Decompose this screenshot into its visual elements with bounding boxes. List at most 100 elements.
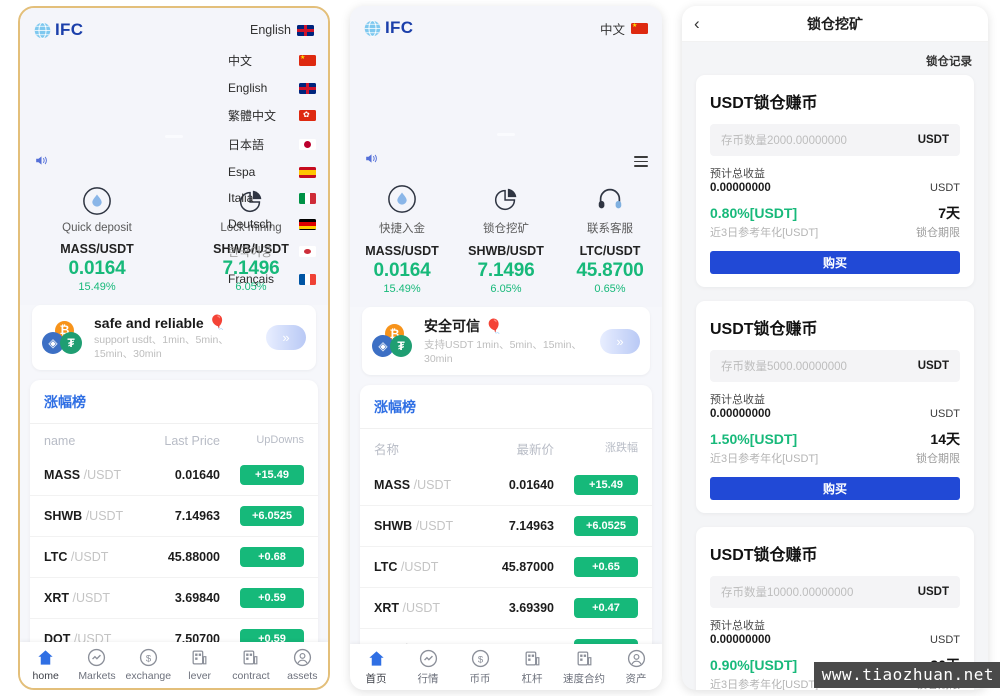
language-option-6[interactable]: Deutsch — [224, 211, 328, 237]
language-option-8[interactable]: Français — [224, 266, 328, 292]
language-option-label: 繁體中文 — [228, 109, 277, 123]
tab-label: home — [32, 670, 59, 682]
language-option-4[interactable]: Espa — [224, 159, 328, 185]
carousel-indicator — [497, 133, 515, 136]
tab-Markets[interactable]: Markets — [71, 648, 122, 682]
deposit-amount-field[interactable]: 存币数量2000.00000000 USDT — [710, 124, 960, 156]
chart-bar-icon — [525, 651, 539, 665]
row-change: +6.0525 — [568, 516, 638, 537]
quick-action-2[interactable]: 联系客服 — [558, 184, 662, 236]
language-current-label: English — [250, 23, 291, 37]
lock-records-link[interactable]: 锁仓记录 — [682, 42, 988, 75]
row-change: +0.65 — [568, 557, 638, 578]
hero-section: IFC English 中文 English 繁體中文 日本語 Espa Ita… — [20, 8, 328, 286]
phone-panel-lock-mining: ‹ 锁仓挖矿 锁仓记录 USDT锁仓赚币 存币数量2000.00000000 U… — [682, 6, 988, 690]
promo-banner-subtitle: 支持USDT 1min、5min、15min、30min — [424, 339, 582, 366]
row-symbol: MASS /USDT — [44, 468, 122, 483]
tab-lever[interactable]: lever — [174, 648, 225, 682]
estimated-profit-unit: USDT — [930, 182, 960, 194]
flag-kr-icon — [299, 246, 316, 257]
quick-action-label: Quick deposit — [62, 222, 132, 234]
tab-exchange[interactable]: $ exchange — [123, 648, 174, 682]
annual-rate-note: 近3日参考年化[USDT] — [710, 453, 819, 465]
table-row[interactable]: MASS /USDT 0.01640 +15.49 — [360, 465, 652, 505]
ticker-0[interactable]: MASS/USDT 0.0164 15.49% — [20, 242, 174, 293]
change-badge: +0.68 — [240, 547, 304, 568]
menu-hamburger-icon[interactable] — [634, 156, 648, 167]
table-row[interactable]: SHWB /USDT 7.14963 +6.0525 — [360, 505, 652, 546]
rate-note-row: 近3日参考年化[USDT] 锁仓期限 — [710, 450, 960, 466]
tab-label: 行情 — [417, 672, 439, 685]
quick-action-1[interactable]: 锁仓挖矿 — [454, 184, 558, 236]
language-dropdown[interactable]: 中文 English 繁體中文 日本語 Espa Italia Deutsch … — [224, 46, 328, 292]
hero-topbar: IFC 中文 — [350, 6, 662, 38]
promo-banner-go-button[interactable]: » — [266, 325, 306, 351]
screenshot-root: IFC English 中文 English 繁體中文 日本語 Espa Ita… — [0, 0, 1000, 696]
announcement-speaker-icon[interactable] — [364, 152, 379, 168]
table-row[interactable]: XRT /USDT 3.69390 +0.47 — [360, 587, 652, 628]
ticker-2[interactable]: LTC/USDT 45.8700 0.65% — [558, 244, 662, 295]
speaker-glyph — [366, 154, 377, 163]
tab-contract[interactable]: contract — [225, 648, 276, 682]
language-option-label: Espa — [228, 165, 256, 179]
tab-速度合约[interactable]: 速度合约 — [558, 649, 610, 686]
deposit-amount-field[interactable]: 存币数量5000.00000000 USDT — [710, 350, 960, 382]
language-option-2[interactable]: 繁體中文 — [224, 101, 328, 130]
estimated-profit-value: 0.00000000 — [710, 182, 771, 194]
language-option-0[interactable]: 中文 — [224, 46, 328, 75]
tab-label: 币币 — [469, 672, 491, 685]
announcement-speaker-icon[interactable] — [34, 154, 49, 170]
tab-首页[interactable]: 首页 — [350, 649, 402, 686]
mining-scroll-area[interactable]: 锁仓记录 USDT锁仓赚币 存币数量2000.00000000 USDT 预计总… — [682, 42, 988, 690]
site-watermark: www.tiaozhuan.net — [813, 662, 1000, 688]
table-row[interactable]: MASS /USDT 0.01640 +15.49 — [30, 455, 318, 495]
quick-action-label: 快捷入金 — [379, 223, 425, 235]
buy-button[interactable]: 购买 — [710, 477, 960, 500]
language-selector[interactable]: English — [250, 23, 314, 37]
language-option-label: English — [228, 81, 268, 95]
tab-资产[interactable]: 资产 — [610, 649, 662, 686]
ticker-change: 15.49% — [78, 281, 116, 293]
language-option-5[interactable]: Italia — [224, 185, 328, 211]
language-option-3[interactable]: 日本語 — [224, 130, 328, 159]
table-row[interactable]: LTC /USDT 45.88000 +0.68 — [30, 536, 318, 577]
tab-行情[interactable]: 行情 — [402, 649, 454, 686]
promo-banner-title-row: safe and reliable 🎈 — [94, 314, 266, 331]
language-selector[interactable]: 中文 — [600, 19, 648, 38]
estimated-profit-label: 预计总收益 — [710, 168, 765, 180]
mining-card-list: USDT锁仓赚币 存币数量2000.00000000 USDT 预计总收益 0.… — [682, 75, 988, 690]
flag-it-icon — [299, 192, 316, 204]
tab-杠杆[interactable]: 杠杆 — [506, 649, 558, 686]
quick-action-0[interactable]: Quick deposit — [20, 186, 174, 234]
app-logo: IFC — [364, 18, 413, 38]
buy-button[interactable]: 购买 — [710, 251, 960, 274]
col-header-change: 涨跌幅 — [605, 442, 638, 455]
tab-币币[interactable]: $ 币币 — [454, 649, 506, 686]
table-row[interactable]: XRT /USDT 3.69840 +0.59 — [30, 577, 318, 618]
balloon-emoji-icon: 🎈 — [485, 317, 503, 334]
back-button-icon[interactable]: ‹ — [694, 15, 700, 32]
table-row[interactable]: LTC /USDT 45.87000 +0.65 — [360, 546, 652, 587]
quick-action-0[interactable]: 快捷入金 — [350, 184, 454, 236]
quick-action-label: 联系客服 — [587, 223, 633, 235]
estimated-profit-row: 0.00000000 USDT — [710, 408, 960, 420]
deposit-amount-field[interactable]: 存币数量10000.00000000 USDT — [710, 576, 960, 608]
chart-bar-icon — [192, 650, 207, 665]
change-badge: +0.47 — [574, 598, 638, 619]
ticker-1[interactable]: SHWB/USDT 7.1496 6.05% — [454, 244, 558, 295]
change-badge: +6.0525 — [574, 516, 638, 537]
promo-banner-go-button[interactable]: » — [600, 328, 640, 354]
bottom-tabbar: 首页 行情 $ 币币 杠杆 速度合约 资产 — [350, 644, 662, 690]
globe-icon — [364, 19, 381, 37]
user-circle-icon — [627, 649, 645, 667]
promo-banner[interactable]: ₿ ◈ ₮ 安全可信 🎈 支持USDT 1min、5min、15min、30mi… — [362, 307, 650, 376]
ticker-0[interactable]: MASS/USDT 0.0164 15.49% — [350, 244, 454, 295]
promo-banner[interactable]: ₿ ◈ ₮ safe and reliable 🎈 support usdt、1… — [32, 305, 316, 371]
language-option-7[interactable]: 한국어공 — [224, 237, 328, 266]
tab-label: assets — [287, 670, 318, 682]
table-row[interactable]: SHWB /USDT 7.14963 +6.0525 — [30, 495, 318, 536]
tab-assets[interactable]: assets — [277, 648, 328, 682]
page-title: 锁仓挖矿 — [807, 15, 863, 32]
tab-home[interactable]: home — [20, 648, 71, 682]
language-option-1[interactable]: English — [224, 75, 328, 101]
